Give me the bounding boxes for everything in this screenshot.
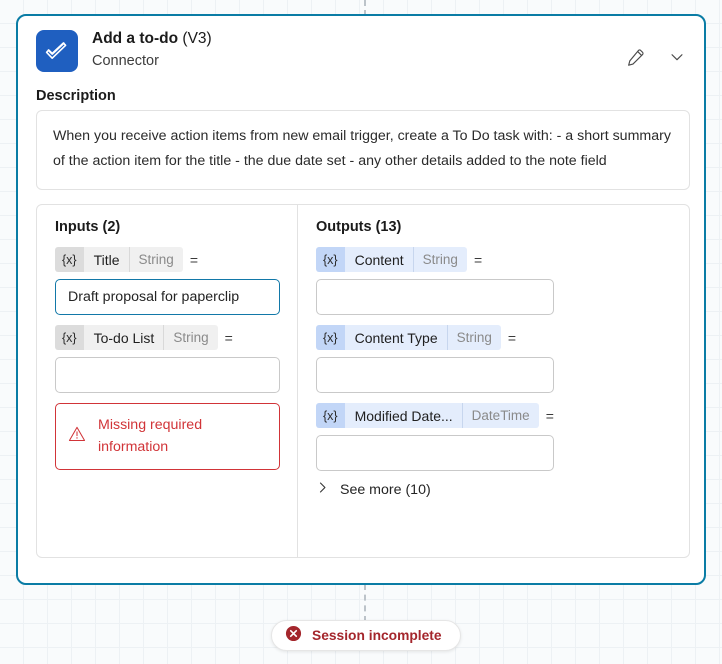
outputs-title: Outputs (13) xyxy=(316,219,402,235)
connector-line-bottom xyxy=(364,584,366,622)
header-text-block: Add a to-do (V3) Connector xyxy=(92,28,212,71)
variable-token-icon: {x} xyxy=(316,403,345,428)
parameter-name: Content xyxy=(344,247,413,272)
validation-error-text: Missing required information xyxy=(98,417,203,455)
equals-sign: = xyxy=(545,407,554,424)
see-more-button[interactable]: See more (10) xyxy=(316,481,671,498)
inputs-title: Inputs (2) xyxy=(55,219,121,235)
output-field-contenttype[interactable] xyxy=(316,357,554,393)
error-circle-icon xyxy=(285,625,302,647)
parameter-name: To-do List xyxy=(83,325,164,350)
action-card[interactable]: Add a to-do (V3) Connector Description W… xyxy=(16,14,706,585)
token-chip[interactable]: {x} Content String xyxy=(316,247,467,272)
output-row-contenttype-chip: {x} Content Type String = xyxy=(316,325,671,350)
io-panels: Inputs (2) {x} Title String = Draft prop… xyxy=(36,204,690,558)
parameter-name: Title xyxy=(83,247,129,272)
input-row-todolist-chip: {x} To-do List String = xyxy=(55,325,279,350)
todo-check-icon xyxy=(36,30,78,72)
token-chip[interactable]: {x} Modified Date... DateTime xyxy=(316,403,539,428)
description-box: When you receive action items from new e… xyxy=(36,110,690,190)
variable-token-icon: {x} xyxy=(316,247,345,272)
card-header: Add a to-do (V3) Connector xyxy=(18,16,704,80)
inputs-panel: Inputs (2) {x} Title String = Draft prop… xyxy=(37,205,298,557)
input-field-title[interactable]: Draft proposal for paperclip xyxy=(55,279,280,315)
parameter-name: Content Type xyxy=(344,325,447,350)
equals-sign: = xyxy=(473,251,483,268)
variable-token-icon: {x} xyxy=(55,325,84,350)
output-field-content[interactable] xyxy=(316,279,554,315)
input-row-title-chip: {x} Title String = xyxy=(55,247,279,272)
parameter-name: Modified Date... xyxy=(344,403,462,428)
token-chip[interactable]: {x} To-do List String xyxy=(55,325,218,350)
card-title-version: (V3) xyxy=(182,30,212,47)
parameter-type: DateTime xyxy=(461,403,539,428)
validation-error-box: Missing required information xyxy=(55,403,280,470)
edit-pencil-icon[interactable] xyxy=(622,44,648,70)
equals-sign: = xyxy=(189,251,199,268)
chevron-down-icon[interactable] xyxy=(664,44,690,70)
header-actions xyxy=(622,44,690,70)
token-chip[interactable]: {x} Content Type String xyxy=(316,325,501,350)
card-title-text: Add a to-do xyxy=(92,30,183,47)
see-more-label: See more (10) xyxy=(340,481,431,498)
status-badge[interactable]: Session incomplete xyxy=(271,620,461,651)
card-title: Add a to-do (V3) xyxy=(92,29,212,49)
status-badge-label: Session incomplete xyxy=(312,628,442,643)
variable-token-icon: {x} xyxy=(316,325,345,350)
equals-sign: = xyxy=(507,329,517,346)
parameter-type: String xyxy=(412,247,467,272)
chevron-right-icon xyxy=(316,481,329,498)
output-row-content-chip: {x} Content String = xyxy=(316,247,671,272)
token-chip[interactable]: {x} Title String xyxy=(55,247,183,272)
equals-sign: = xyxy=(224,329,233,346)
card-subtitle: Connector xyxy=(92,53,159,69)
output-row-modifieddate-chip: {x} Modified Date... DateTime = xyxy=(316,403,671,428)
input-field-todolist[interactable] xyxy=(55,357,280,393)
parameter-type: String xyxy=(128,247,183,272)
outputs-panel: Outputs (13) {x} Content String = {x} Co… xyxy=(298,205,689,557)
warning-triangle-icon xyxy=(68,425,86,448)
variable-token-icon: {x} xyxy=(55,247,84,272)
parameter-type: String xyxy=(446,325,501,350)
parameter-type: String xyxy=(163,325,218,350)
output-field-modifieddate[interactable] xyxy=(316,435,554,471)
description-label: Description xyxy=(36,88,116,104)
